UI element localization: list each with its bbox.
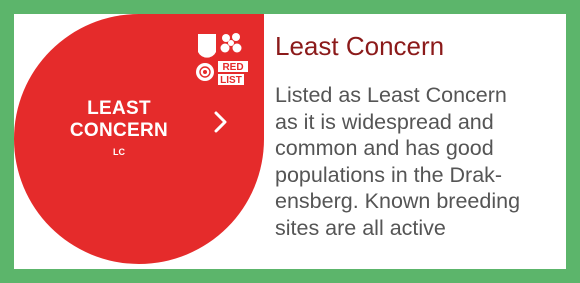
description-line: sites are all active	[275, 215, 446, 240]
description-line: populations in the Drak-	[275, 162, 503, 187]
status-code: LC	[113, 147, 125, 157]
status-line1: LEAST	[87, 98, 151, 119]
description-line: Listed as Least Concern	[275, 83, 507, 107]
iucn-red-list-logo: RED LIST	[192, 32, 252, 94]
svg-text:RED: RED	[222, 62, 243, 73]
description-line: ensberg. Known breeding	[275, 189, 521, 213]
status-badge[interactable]: RED LIST LEAST CONCERN LC	[14, 14, 264, 269]
svg-text:LIST: LIST	[220, 75, 242, 86]
chevron-right-icon[interactable]	[212, 110, 230, 134]
page-title: Least Concern	[275, 31, 445, 61]
description: Listed as Least Concern as it is widespr…	[275, 82, 565, 241]
status-label: LEAST CONCERN LC	[54, 98, 184, 158]
status-line2: CONCERN	[69, 120, 169, 141]
description-line: common and has good	[275, 136, 494, 160]
description-line: as it is widespread and	[275, 109, 494, 134]
